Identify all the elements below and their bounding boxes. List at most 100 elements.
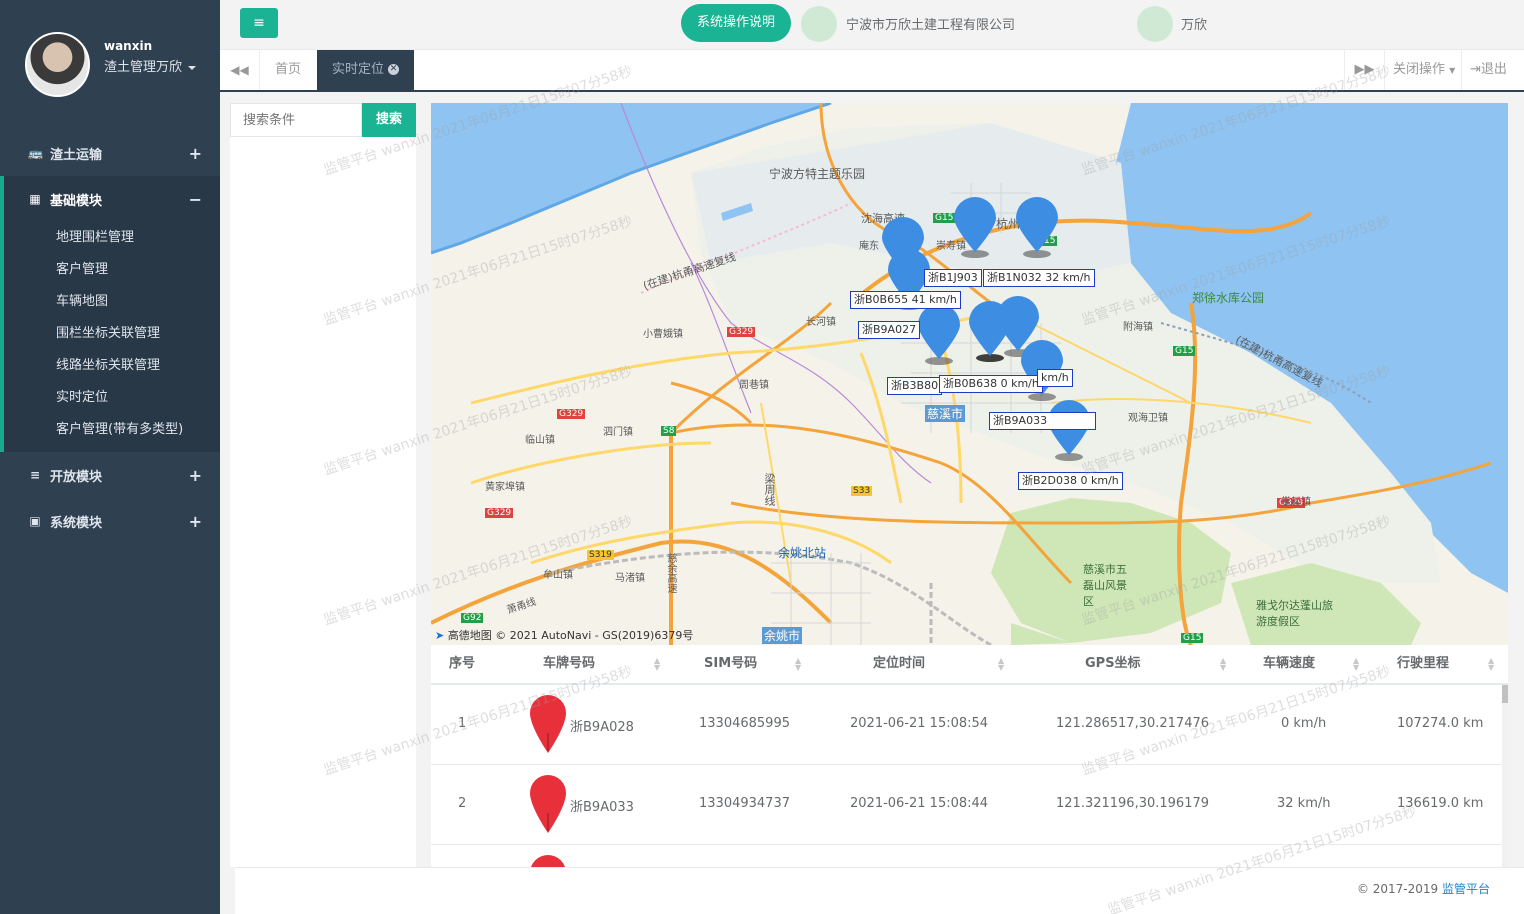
avatar[interactable] bbox=[25, 32, 90, 97]
expand-icon: + bbox=[188, 465, 202, 485]
logout-button[interactable]: ⇥退出 bbox=[1461, 50, 1515, 90]
cell-time: 2021-06-21 15:08:44 bbox=[850, 796, 989, 811]
tab-label: 实时定位 bbox=[332, 62, 385, 77]
search-input[interactable] bbox=[230, 103, 362, 137]
map-place-label: 长河镇 bbox=[806, 317, 836, 328]
scrollbar-thumb[interactable] bbox=[1502, 685, 1508, 703]
location-pin-icon[interactable] bbox=[528, 693, 568, 755]
cell-speed: 0 km/h bbox=[1281, 716, 1327, 731]
footer-copyright: © 2017-2019 监管平台 bbox=[1357, 880, 1490, 897]
close-ops-label: 关闭操作 bbox=[1393, 62, 1446, 77]
map-place-label: 附海镇 bbox=[1123, 322, 1153, 333]
map-view[interactable]: G15 G15 G15 G15 G329 G329 G329 G329 S8 S… bbox=[431, 103, 1508, 645]
help-button[interactable]: 系统操作说明 bbox=[681, 4, 791, 42]
road-shield: G92 bbox=[461, 613, 484, 623]
vehicle-label[interactable]: 浙B9A033 bbox=[989, 412, 1096, 430]
sidebar-subitem-geofence[interactable]: 地理围栏管理 bbox=[4, 222, 220, 254]
sort-icon[interactable]: ▲ ▼ bbox=[654, 657, 662, 672]
sort-icon[interactable]: ▲ ▼ bbox=[1353, 657, 1361, 672]
collapse-icon: − bbox=[188, 189, 202, 209]
map-place-label: 牟山镇 bbox=[543, 570, 573, 581]
map-place-label: 马渚镇 bbox=[615, 573, 645, 584]
sidebar-item-label: 开放模块 bbox=[50, 469, 103, 485]
sidebar-subitem-realtime[interactable]: 实时定位 bbox=[4, 382, 220, 414]
play-square-icon: ▣ bbox=[29, 514, 41, 528]
search-button[interactable]: 搜索 bbox=[362, 103, 416, 137]
column-header-no[interactable]: 序号 bbox=[449, 645, 475, 685]
cell-plate: 浙B9A033 bbox=[570, 800, 634, 815]
logout-label: 退出 bbox=[1480, 62, 1507, 77]
user-role-dropdown[interactable]: 渣土管理万欣 bbox=[104, 56, 197, 75]
sidebar-item-muck-transport[interactable]: 🚌 渣土运输 + bbox=[0, 130, 220, 176]
vehicle-label[interactable]: 浙B3B80 bbox=[887, 377, 943, 395]
vehicle-marker-icon[interactable] bbox=[967, 300, 1013, 362]
building-icon bbox=[801, 6, 837, 42]
vehicle-label[interactable]: 浙B0B638 0 km/h bbox=[939, 375, 1043, 393]
top-user-name[interactable]: 万欣 bbox=[1181, 14, 1207, 33]
vehicle-marker-icon[interactable] bbox=[916, 303, 962, 365]
sort-icon[interactable]: ▲ ▼ bbox=[998, 657, 1006, 672]
sidebar-item-basic-module[interactable]: ▦ 基础模块 − bbox=[0, 176, 220, 222]
column-header-gps[interactable]: GPS坐标 bbox=[1085, 645, 1141, 685]
sort-icon[interactable]: ▲ ▼ bbox=[1220, 657, 1228, 672]
vehicle-marker-icon[interactable] bbox=[952, 196, 998, 258]
sidebar-item-system-module[interactable]: ▣ 系统模块 + bbox=[0, 498, 220, 544]
column-header-mileage[interactable]: 行驶里程 bbox=[1397, 645, 1449, 685]
expand-icon: + bbox=[188, 143, 202, 163]
close-operations-dropdown[interactable]: 关闭操作 ▼ bbox=[1384, 50, 1463, 90]
sort-icon[interactable]: ▲ ▼ bbox=[1488, 657, 1496, 672]
sidebar-subitem-fence-coords[interactable]: 围栏坐标关联管理 bbox=[4, 318, 220, 350]
close-tab-icon[interactable]: ✕ bbox=[388, 64, 400, 75]
map-place-label: 临山镇 bbox=[525, 435, 555, 446]
expand-icon: + bbox=[188, 511, 202, 531]
vehicle-label[interactable]: 浙B9A027 bbox=[858, 321, 921, 339]
cell-no: 2 bbox=[458, 796, 467, 811]
table-row[interactable]: 2 浙B9A033 13304934737 2021-06-21 15:08:4… bbox=[431, 765, 1503, 845]
location-pin-icon[interactable] bbox=[528, 853, 568, 867]
sidebar-subitem-vehicle-map[interactable]: 车辆地图 bbox=[4, 286, 220, 318]
location-pin-icon[interactable] bbox=[528, 773, 568, 835]
sidebar-subitem-route-coords[interactable]: 线路坐标关联管理 bbox=[4, 350, 220, 382]
vehicle-label[interactable]: 浙B1N032 32 km/h bbox=[983, 269, 1095, 287]
double-right-icon: ▶▶ bbox=[1354, 62, 1375, 77]
vehicle-label[interactable]: 浙B0B655 41 km/h bbox=[850, 291, 961, 309]
map-place-label: 余姚市 bbox=[762, 627, 803, 644]
platform-link[interactable]: 监管平台 bbox=[1442, 882, 1490, 896]
column-header-plate[interactable]: 车牌号码 bbox=[543, 645, 595, 685]
table-row[interactable] bbox=[431, 845, 1503, 867]
vehicle-marker-icon[interactable] bbox=[1014, 196, 1060, 258]
map-place-label: 梁周线 bbox=[763, 473, 776, 506]
cell-speed: 32 km/h bbox=[1277, 796, 1331, 811]
tab-realtime-location[interactable]: 实时定位 ✕ bbox=[317, 50, 415, 90]
column-header-time[interactable]: 定位时间 bbox=[873, 645, 925, 685]
tab-label: 首页 bbox=[275, 62, 302, 77]
user-profile: wanxin 渣土管理万欣 bbox=[0, 0, 220, 130]
column-header-sim[interactable]: SIM号码 bbox=[704, 645, 757, 685]
map-place-label: 黄家埠镇 bbox=[485, 482, 525, 493]
road-shield: G15 bbox=[1181, 633, 1204, 643]
top-navbar: ≡ 系统操作说明 宁波市万欣土建工程有限公司 万欣 bbox=[220, 0, 1524, 50]
sidebar-item-open-module[interactable]: ≡ 开放模块 + bbox=[0, 452, 220, 498]
sidebar-subitem-customer-multi[interactable]: 客户管理(带有多类型) bbox=[4, 414, 220, 446]
sort-icon[interactable]: ▲ ▼ bbox=[795, 657, 803, 672]
sidebar-subitem-customer[interactable]: 客户管理 bbox=[4, 254, 220, 286]
column-header-speed[interactable]: 车辆速度 bbox=[1263, 645, 1315, 685]
sidebar: wanxin 渣土管理万欣 🚌 渣土运输 + ▦ 基础模块 − 地理围栏管理 客… bbox=[0, 0, 220, 914]
hamburger-icon: ≡ bbox=[253, 15, 265, 31]
menu-toggle-button[interactable]: ≡ bbox=[240, 8, 278, 38]
tab-home[interactable]: 首页 bbox=[260, 50, 316, 90]
vehicle-label[interactable]: km/h bbox=[1037, 369, 1073, 387]
sidebar-submenu: 地理围栏管理 客户管理 车辆地图 围栏坐标关联管理 线路坐标关联管理 实时定位 … bbox=[0, 222, 220, 452]
tab-scroll-right-button[interactable]: ▶▶ bbox=[1344, 50, 1384, 90]
cell-mileage: 107274.0 km bbox=[1397, 716, 1484, 731]
map-place-label: 泗门镇 bbox=[603, 427, 633, 438]
table-row[interactable]: 1 浙B9A028 13304685995 2021-06-21 15:08:5… bbox=[431, 685, 1503, 765]
table-scrollbar[interactable] bbox=[1502, 685, 1508, 867]
vehicle-label[interactable]: 浙B2D038 0 km/h bbox=[1018, 472, 1123, 490]
vehicle-label[interactable]: 浙B1J903 bbox=[924, 269, 982, 287]
road-shield: S319 bbox=[587, 550, 614, 560]
tab-scroll-left-button[interactable]: ◀◀ bbox=[220, 50, 260, 90]
cell-sim: 13304685995 bbox=[699, 716, 790, 731]
vehicle-marker-icon[interactable] bbox=[1046, 399, 1092, 461]
search-panel: 搜索 bbox=[230, 103, 416, 867]
